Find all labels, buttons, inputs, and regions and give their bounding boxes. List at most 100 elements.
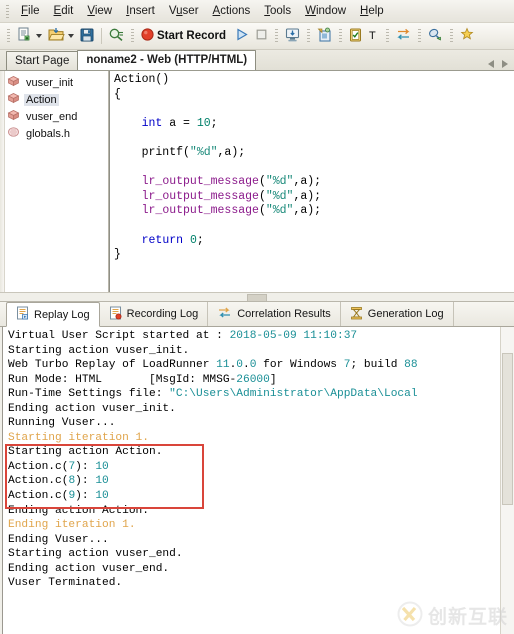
save-disk-icon <box>79 27 95 46</box>
code-text[interactable]: Action() { int a = 10; printf("%d",a); l… <box>110 71 514 263</box>
text-line: printf("%d",a); <box>114 145 246 159</box>
nav-next-icon[interactable] <box>502 60 508 68</box>
text-line: } <box>114 248 121 262</box>
menu-item-edit[interactable]: Edit <box>47 3 81 19</box>
text-line: Vuser Terminated. <box>8 577 123 590</box>
snapshot-button[interactable] <box>457 25 477 47</box>
text-view-button[interactable]: T <box>365 25 382 47</box>
find-button[interactable] <box>106 25 127 47</box>
text-line: Ending action vuser_end. <box>8 562 170 575</box>
run-step-button[interactable] <box>314 25 335 47</box>
tree-item-label: globals.h <box>26 127 71 140</box>
header-file-icon <box>7 126 20 141</box>
tree-item-vuser-init[interactable]: vuser_init <box>0 74 108 91</box>
compile-icon <box>284 27 301 46</box>
text-line: Run-Time Settings file: "C:\Users\Admini… <box>8 388 418 401</box>
new-script-button[interactable] <box>14 25 35 47</box>
log-tab-label: Generation Log <box>367 308 444 320</box>
menu-item-view[interactable]: View <box>80 3 119 19</box>
open-folder-icon <box>47 26 65 46</box>
action-block-icon <box>7 75 20 90</box>
document-tab-1[interactable]: noname2 - Web (HTTP/HTML) <box>77 50 257 70</box>
correlate-button[interactable] <box>393 25 414 47</box>
text-line: { <box>114 87 121 101</box>
tree-item-action[interactable]: Action <box>0 91 108 108</box>
open-script-button[interactable] <box>45 25 67 47</box>
horizontal-splitter[interactable] <box>0 292 514 302</box>
stop-button[interactable] <box>252 25 271 47</box>
toolbar-grip-3[interactable] <box>275 28 279 44</box>
run-play-icon <box>234 27 250 45</box>
toolbar-grip-7[interactable] <box>417 28 421 44</box>
tree-item-globals-h[interactable]: globals.h <box>0 125 108 142</box>
menu-item-file[interactable]: File <box>14 3 47 19</box>
text-T-icon: T <box>369 30 376 42</box>
run-button[interactable] <box>232 25 252 47</box>
toolbar-grip-2[interactable] <box>131 28 134 44</box>
parameter-icon <box>427 27 444 46</box>
log-tab-recording-log[interactable]: Recording Log <box>100 302 209 326</box>
text-line: int a = 10; <box>141 116 218 130</box>
menu-item-actions[interactable]: Actions <box>206 3 258 19</box>
menu-item-insert[interactable]: Insert <box>119 3 162 19</box>
tab-navigation <box>488 60 508 68</box>
correlate-arrows-icon <box>395 27 412 45</box>
action-block-icon <box>7 109 20 124</box>
output-panel: Replay Log Recording Log Correlation Resul… <box>0 301 514 634</box>
log-tab-replay-log[interactable]: Replay Log <box>6 302 100 327</box>
start-record-button[interactable]: Start Record <box>138 25 232 47</box>
start-record-label: Start Record <box>157 30 227 42</box>
recording-log-icon <box>109 306 122 323</box>
script-tree-panel: vuser_init Action vuser_end globals.h <box>0 71 109 292</box>
text-line: Ending iteration 1. <box>8 519 136 532</box>
run-step-icon <box>316 27 333 46</box>
menu-item-tools[interactable]: Tools <box>257 3 298 19</box>
text-line: lr_output_message("%d",a); <box>141 189 322 203</box>
toolbar-grip-4[interactable] <box>307 28 311 44</box>
toolbar-grip[interactable] <box>7 28 10 44</box>
loadrunner-vugen-window: File Edit View Insert Vuser Actions Tools Windo… <box>0 0 514 634</box>
toolbar-separator-1 <box>101 28 102 44</box>
code-editor[interactable]: Action() { int a = 10; printf("%d",a); l… <box>109 71 514 292</box>
output-tab-strip: Replay Log Recording Log Correlation Resul… <box>0 302 514 327</box>
main-toolbar: Start Record T <box>0 23 514 50</box>
menubar-grip[interactable] <box>6 4 9 18</box>
document-tab-strip: Start Page noname2 - Web (HTTP/HTML) <box>0 50 514 71</box>
log-scrollbar[interactable] <box>500 327 514 634</box>
text-line: Virtual User Script started at : 2018-05… <box>8 330 358 342</box>
tree-item-label: vuser_end <box>26 110 78 123</box>
replay-log-body[interactable]: Virtual User Script started at : 2018-05… <box>2 327 514 634</box>
parameter-button[interactable] <box>425 25 446 47</box>
open-script-dropdown-caret[interactable] <box>68 34 74 38</box>
document-tab-0[interactable]: Start Page <box>6 51 79 70</box>
text-line: lr_output_message("%d",a); <box>141 175 322 189</box>
stop-square-icon <box>254 27 269 45</box>
menu-item-vuser[interactable]: Vuser <box>162 3 206 19</box>
snapshot-star-icon <box>459 26 475 46</box>
record-circle-icon <box>140 27 155 45</box>
log-scrollbar-thumb[interactable] <box>502 353 513 505</box>
new-script-icon <box>16 26 33 46</box>
text-line: Starting iteration 1. <box>8 431 149 444</box>
text-line: Action() <box>114 73 170 86</box>
compile-button[interactable] <box>282 25 303 47</box>
tasks-button[interactable] <box>346 25 365 47</box>
tree-item-label: vuser_init <box>26 76 74 89</box>
log-tab-label: Correlation Results <box>237 308 331 320</box>
text-line: Action.c(7): 10 <box>8 460 109 473</box>
log-tab-label: Recording Log <box>126 308 199 320</box>
toolbar-grip-6[interactable] <box>385 28 389 44</box>
menu-item-help[interactable]: Help <box>353 3 391 19</box>
log-tab-generation-log[interactable]: Generation Log <box>341 302 454 326</box>
menu-item-window[interactable]: Window <box>298 3 353 19</box>
text-line: Starting action vuser_end. <box>8 548 183 561</box>
replay-log-text[interactable]: Virtual User Script started at : 2018-05… <box>3 327 514 591</box>
save-button[interactable] <box>77 25 97 47</box>
log-tab-correlation-results[interactable]: Correlation Results <box>208 302 341 326</box>
new-script-dropdown-caret[interactable] <box>36 34 42 38</box>
tree-item-vuser-end[interactable]: vuser_end <box>0 108 108 125</box>
toolbar-grip-5[interactable] <box>339 28 343 44</box>
toolbar-grip-8[interactable] <box>449 28 453 44</box>
text-line: return 0; <box>141 233 204 247</box>
nav-prev-icon[interactable] <box>488 60 494 68</box>
